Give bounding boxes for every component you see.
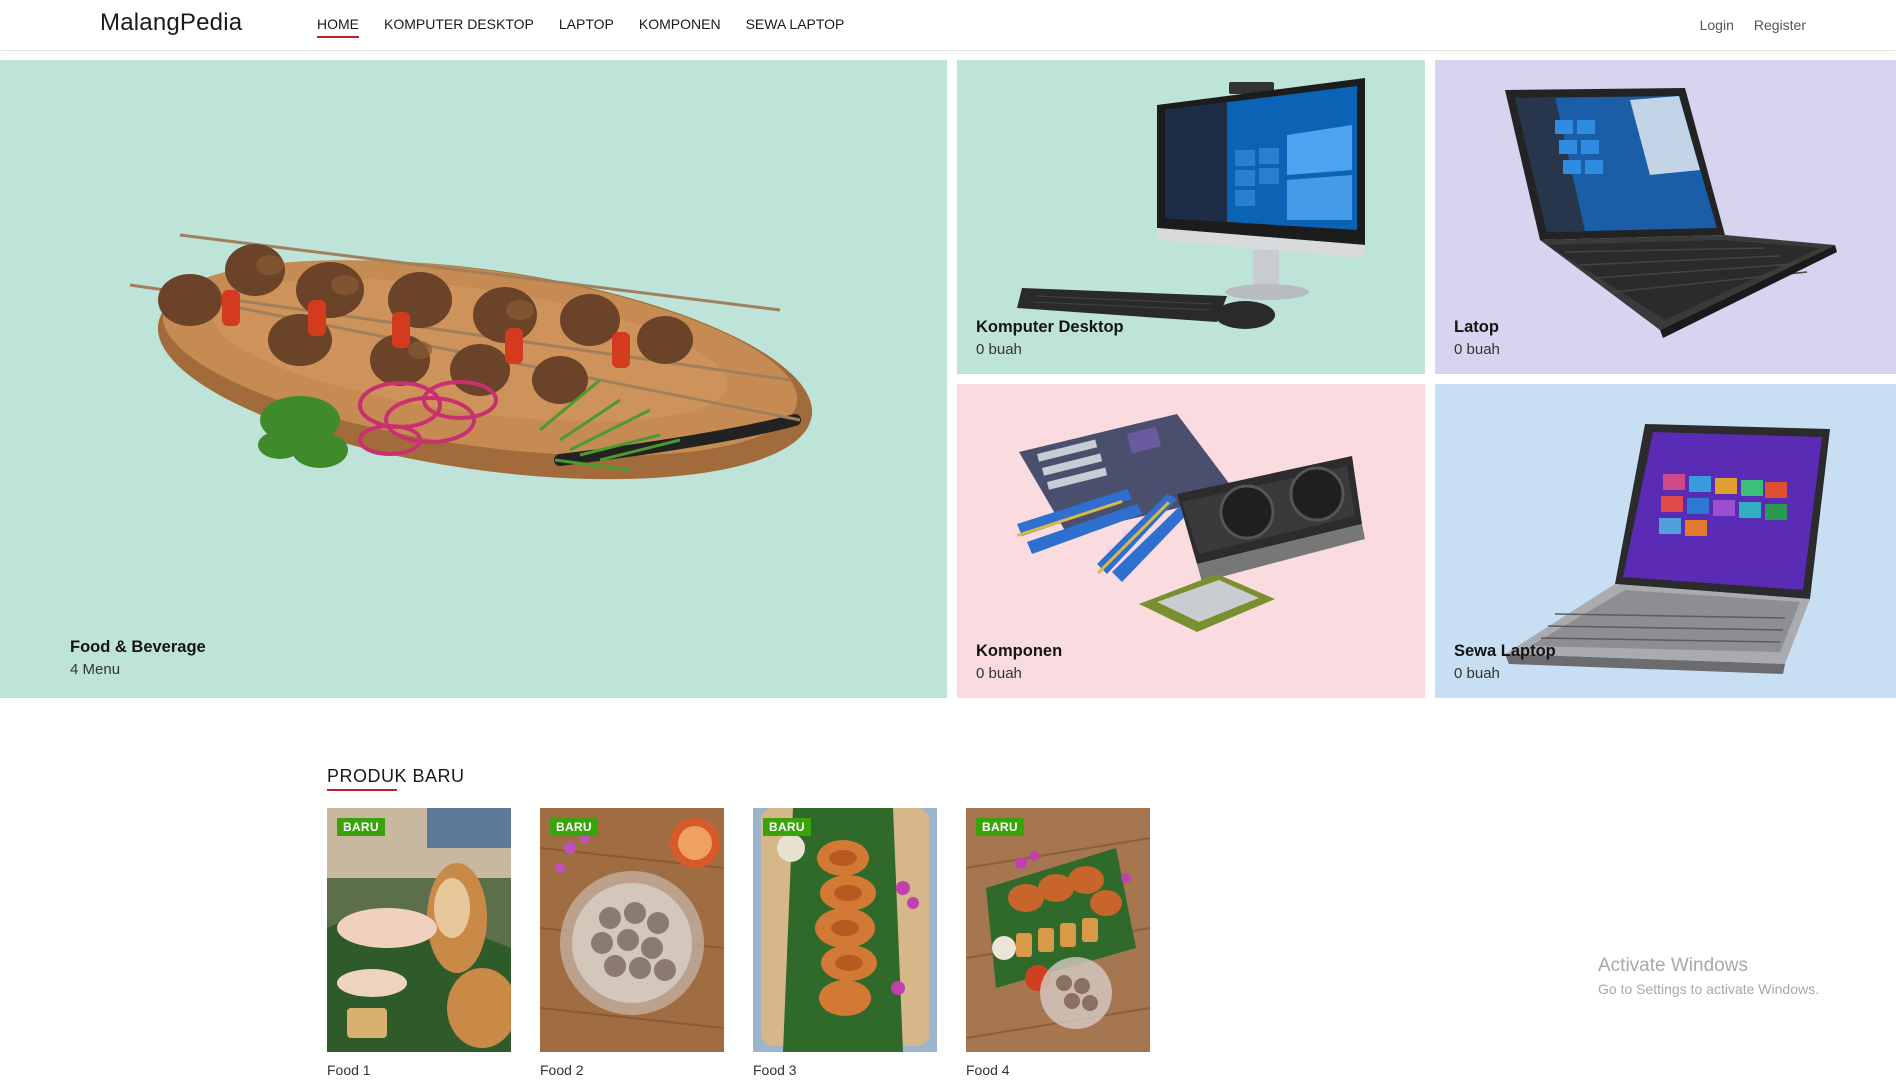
food-skewer-image: [129, 233, 813, 480]
product-name-food-2: Food 2: [540, 1062, 584, 1078]
category-title-komponen: Komponen: [976, 642, 1063, 660]
register-link[interactable]: Register: [1754, 17, 1806, 33]
nav-komputer-desktop[interactable]: KOMPUTER DESKTOP: [384, 16, 534, 36]
category-title-sewa-laptop: Sewa Laptop: [1454, 642, 1556, 660]
product-image-food-1: BARU: [327, 808, 511, 1052]
product-badge-new: BARU: [550, 818, 598, 836]
activate-windows-subtitle: Go to Settings to activate Windows.: [1598, 981, 1819, 997]
product-card-food-4[interactable]: BARU Food 4: [966, 808, 1150, 1078]
product-badge-new: BARU: [337, 818, 385, 836]
product-card-food-2[interactable]: BARU Food 2: [540, 808, 724, 1078]
product-card-food-1[interactable]: BARU Food 1: [327, 808, 511, 1078]
category-tile-komponen[interactable]: Komponen 0 buah: [957, 384, 1425, 698]
login-link[interactable]: Login: [1700, 17, 1734, 33]
section-title-underline: [327, 789, 397, 791]
section-title-produk-baru: PRODUK BARU: [327, 766, 465, 786]
product-name-food-3: Food 3: [753, 1062, 797, 1078]
auth-links: Login Register: [1700, 17, 1806, 33]
category-count-sewa-laptop: 0 buah: [1454, 665, 1500, 682]
product-card-food-3[interactable]: BARU Food 3: [753, 808, 937, 1078]
product-badge-new: BARU: [976, 818, 1024, 836]
category-tile-food[interactable]: Food & Beverage 4 Menu: [0, 60, 947, 698]
product-name-food-4: Food 4: [966, 1062, 1010, 1078]
category-tile-komputer-desktop[interactable]: Komputer Desktop 0 buah: [957, 60, 1425, 374]
brand-logo[interactable]: MalangPedia: [100, 9, 242, 37]
nav-laptop[interactable]: LAPTOP: [559, 16, 614, 36]
category-tile-sewa-laptop[interactable]: Sewa Laptop 0 buah: [1435, 384, 1896, 698]
category-title-laptop: Latop: [1454, 318, 1499, 336]
top-navbar: MalangPedia HOME KOMPUTER DESKTOP LAPTOP…: [0, 0, 1896, 51]
nav-sewa-laptop[interactable]: SEWA LAPTOP: [746, 16, 845, 36]
laptop-image: [1505, 88, 1837, 338]
product-image-food-4: BARU: [966, 808, 1150, 1052]
category-count-food: 4 Menu: [70, 661, 121, 678]
category-title-komputer-desktop: Komputer Desktop: [976, 318, 1124, 336]
category-count-komputer-desktop: 0 buah: [976, 341, 1022, 358]
nav-komponen[interactable]: KOMPONEN: [639, 16, 721, 36]
activate-windows-watermark: Activate Windows Go to Settings to activ…: [1598, 955, 1819, 997]
activate-windows-title: Activate Windows: [1598, 955, 1748, 976]
category-count-komponen: 0 buah: [976, 665, 1022, 682]
category-tile-laptop[interactable]: Latop 0 buah: [1435, 60, 1896, 374]
product-badge-new: BARU: [763, 818, 811, 836]
product-name-food-1: Food 1: [327, 1062, 371, 1078]
category-count-laptop: 0 buah: [1454, 341, 1500, 358]
main-nav: HOME KOMPUTER DESKTOP LAPTOP KOMPONEN SE…: [317, 16, 869, 38]
nav-home[interactable]: HOME: [317, 16, 359, 38]
category-title-food: Food & Beverage: [70, 638, 206, 656]
product-image-food-2: BARU: [540, 808, 724, 1052]
product-image-food-3: BARU: [753, 808, 937, 1052]
